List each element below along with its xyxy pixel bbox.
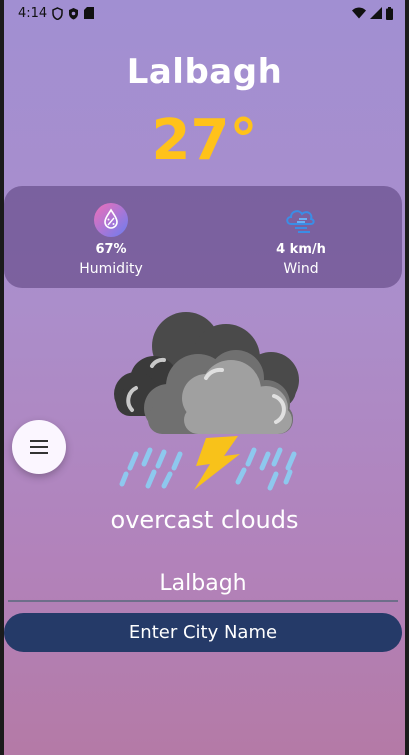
- menu-button[interactable]: [12, 420, 66, 474]
- wind-section: 4 km/h Wind: [231, 202, 371, 277]
- humidity-section: 67% Humidity: [41, 202, 181, 277]
- weather-details-card: 67% Humidity 4 km/h Wind: [4, 186, 402, 288]
- shield-play-icon: [69, 7, 79, 19]
- temperature: 27°: [151, 108, 258, 173]
- enter-city-button[interactable]: Enter City Name: [4, 613, 402, 652]
- shield-icon: [52, 6, 63, 20]
- weather-condition: overcast clouds: [110, 506, 299, 534]
- wind-value: 4 km/h: [276, 242, 326, 257]
- battery-icon: [386, 6, 393, 20]
- weather-screen: 4:14 Lalbagh 27° 67% Humidity 4 km/h Win…: [4, 0, 405, 755]
- humidity-value: 67%: [95, 242, 127, 257]
- signal-icon: [370, 7, 382, 19]
- humidity-icon: [94, 203, 128, 237]
- city-input[interactable]: [8, 566, 398, 602]
- status-bar: 4:14: [4, 0, 405, 26]
- wind-label: Wind: [283, 261, 319, 277]
- humidity-label: Humidity: [79, 261, 143, 277]
- hamburger-menu-icon: [30, 440, 48, 454]
- thunderstorm-rain-icon: [114, 312, 299, 491]
- city-title: Lalbagh: [126, 52, 283, 92]
- sd-card-icon: [84, 7, 95, 19]
- wifi-icon: [352, 7, 366, 19]
- wind-icon: [286, 210, 315, 233]
- status-time: 4:14: [18, 5, 48, 21]
